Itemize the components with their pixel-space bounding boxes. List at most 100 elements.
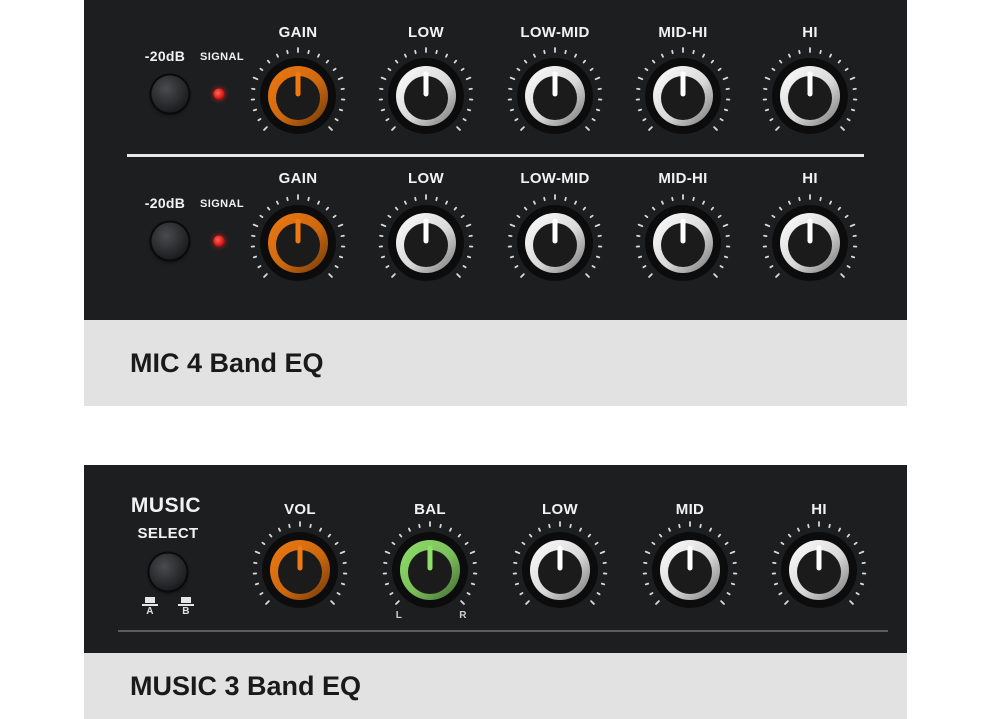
panel-edge-line	[118, 630, 888, 632]
knob-tick	[380, 108, 386, 112]
knob-tick	[710, 59, 715, 64]
knob-tick	[407, 527, 411, 532]
knob-tick	[469, 550, 476, 555]
knob-tick	[844, 214, 849, 219]
knob-tick	[778, 59, 783, 64]
knob-graphic	[250, 194, 346, 281]
knob-tick	[519, 592, 524, 596]
mic-eq-caption: MIC 4 Band EQ	[84, 320, 907, 406]
gain-knob[interactable]	[248, 193, 348, 293]
knob-label-vol: VOL	[284, 501, 316, 518]
knob-tick	[637, 108, 643, 112]
knob-graphic	[762, 194, 858, 281]
low-knob[interactable]	[376, 193, 476, 293]
knob-tick	[325, 59, 330, 64]
knob-tick	[385, 118, 390, 122]
knob-tick	[850, 108, 856, 112]
knob-tick	[840, 126, 845, 131]
knob-tick	[465, 76, 472, 81]
knob-label-low-mid: LOW-MID	[520, 170, 590, 187]
knob-tick	[579, 527, 583, 532]
knob-tick	[591, 265, 596, 269]
knob-tick	[710, 206, 715, 211]
knob-tick	[787, 533, 792, 538]
knob-tick	[548, 523, 551, 529]
knob-tick	[509, 255, 515, 259]
knob-tick	[537, 527, 541, 532]
knob-tick	[778, 206, 783, 211]
mid-knob[interactable]	[640, 520, 740, 620]
knob-tick	[648, 273, 653, 278]
knob-tick	[521, 541, 526, 546]
knob-tick	[453, 206, 458, 211]
knob-tick	[709, 527, 713, 532]
hi-knob[interactable]	[760, 46, 860, 146]
knob-tick	[671, 49, 674, 55]
knob-tick	[340, 582, 346, 586]
knob-tick	[722, 223, 729, 228]
knob-tick	[384, 550, 391, 555]
mid-hi-knob[interactable]	[633, 193, 733, 293]
knob-tick	[702, 200, 706, 205]
knob-tick	[642, 118, 647, 122]
knob-tick	[403, 53, 407, 58]
knob-tick	[719, 265, 724, 269]
knob-tick	[334, 265, 339, 269]
knob-tick	[453, 59, 458, 64]
knob-tick	[387, 67, 392, 72]
knob-tick	[403, 200, 407, 205]
knob-tick	[457, 533, 462, 538]
hi-knob[interactable]	[769, 520, 869, 620]
low-mid-knob[interactable]	[505, 193, 605, 293]
input-a-label: A	[146, 606, 154, 617]
knob-tick	[798, 196, 801, 202]
knob-tick	[418, 523, 421, 529]
knob-tick	[439, 523, 442, 529]
knob-tick	[720, 600, 725, 605]
mid-hi-knob[interactable]	[633, 46, 733, 146]
knob-tick	[456, 273, 461, 278]
knob-tick	[846, 118, 851, 122]
knob-tick	[569, 523, 572, 529]
music-eq-caption: MUSIC 3 Band EQ	[84, 653, 907, 719]
low-mid-knob[interactable]	[505, 46, 605, 146]
knob-tick	[595, 108, 601, 112]
knob-label-low: LOW	[542, 501, 578, 518]
bal-knob[interactable]	[380, 520, 480, 620]
gain-knob[interactable]	[248, 46, 348, 146]
knob-tick	[585, 273, 590, 278]
knob-tick	[384, 582, 390, 586]
vol-knob[interactable]	[250, 520, 350, 620]
knob-tick	[828, 523, 831, 529]
knob-tick	[692, 49, 695, 55]
knob-tick	[339, 550, 346, 555]
knob-tick	[853, 541, 858, 546]
knob-tick	[589, 67, 594, 72]
knob-label-mid: MID	[675, 501, 705, 518]
knob-tick	[466, 255, 472, 259]
knob-tick	[587, 533, 592, 538]
knob-tick	[380, 255, 386, 259]
pad-button[interactable]	[151, 75, 189, 113]
knob-tick	[252, 108, 258, 112]
pad-button[interactable]	[151, 222, 189, 260]
knob-tick	[330, 600, 335, 605]
knob-tick	[717, 214, 722, 219]
knob-tick	[719, 118, 724, 122]
knob-tick	[391, 126, 396, 131]
knob-tick	[520, 273, 525, 278]
low-knob[interactable]	[376, 46, 476, 146]
knob-tick	[594, 223, 601, 228]
knob-tick	[644, 582, 650, 586]
knob-tick	[266, 59, 271, 64]
knob-tick	[807, 523, 810, 529]
low-knob[interactable]	[510, 520, 610, 620]
knob-tick	[717, 533, 722, 538]
hi-knob[interactable]	[760, 193, 860, 293]
music-select-button[interactable]	[149, 553, 187, 591]
knob-tick	[595, 255, 601, 259]
knob-tick	[514, 582, 520, 586]
knob-tick	[319, 527, 323, 532]
knob-tick	[724, 541, 729, 546]
knob-tick	[435, 196, 438, 202]
